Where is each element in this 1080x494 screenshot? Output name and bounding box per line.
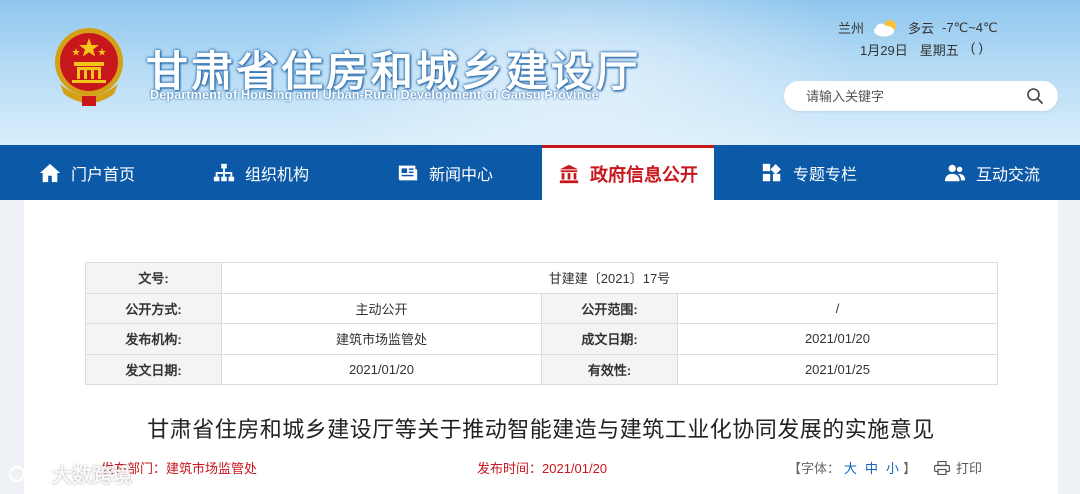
nav-item-news[interactable]: 新闻中心 — [348, 145, 542, 200]
disclosure-method-label: 公开方式: — [85, 292, 222, 324]
nav-label-gov-info: 政府信息公开 — [590, 165, 698, 185]
site-subtitle: Department of Housing and Urban-Rural De… — [150, 88, 599, 102]
created-date-value: 2021/01/20 — [677, 323, 998, 355]
date-line: 1月29日 星期五 ( ) — [860, 40, 983, 59]
nav-label-news: 新闻中心 — [428, 166, 493, 184]
font-large-button[interactable]: 大 — [844, 461, 857, 476]
document-title: 甘肃省住房和城乡建设厅等关于推动智能建造与建筑工业化协同发展的实施意见 — [147, 417, 935, 442]
nav-label-organization: 组织机构 — [244, 166, 309, 184]
disclosure-scope-value: / — [677, 292, 998, 324]
main-nav: 门户首页 组织机构 新闻中心 政府信息公开 专题专栏 互动交流 — [0, 145, 1080, 200]
doc-no-value: 甘建建〔2021〕17号 — [221, 262, 998, 294]
grid-icon — [762, 163, 781, 181]
home-icon — [39, 163, 61, 182]
date-weekday: 星期五 — [919, 43, 959, 58]
watermark-logo-icon — [8, 465, 46, 482]
created-date-label: 成文日期: — [541, 323, 678, 355]
effective-value: 2021/01/25 — [677, 353, 998, 385]
font-size-control: 【字体：大中小】 — [788, 458, 916, 477]
printer-icon — [934, 460, 950, 475]
watermark: 大数跨境 — [8, 459, 132, 488]
search-icon[interactable] — [1026, 87, 1044, 105]
government-building-icon — [559, 164, 579, 184]
publish-time: 发布时间：2021/01/20 — [477, 461, 608, 476]
effective-label: 有效性: — [541, 353, 678, 385]
font-size-prefix: 【字体： — [788, 461, 841, 476]
font-size-suffix: 】 — [903, 461, 917, 476]
nav-label-home: 门户首页 — [70, 166, 135, 184]
font-small-button[interactable]: 小 — [886, 461, 899, 476]
national-emblem-icon — [55, 28, 123, 106]
nav-label-interaction: 互动交流 — [975, 166, 1040, 184]
document-meta-table: 文号: 甘建建〔2021〕17号 公开方式: 主动公开 公开范围: / 发布机构… — [85, 262, 998, 385]
weather-temperature: -7℃~4℃ — [942, 19, 998, 35]
org-chart-icon — [213, 163, 235, 181]
table-row: 发布机构: 建筑市场监管处 成文日期: 2021/01/20 — [85, 323, 998, 355]
weather-widget: 兰州 多云 -7℃~4℃ — [838, 18, 998, 37]
date-lunar: ( ) — [970, 40, 983, 55]
site-header: 甘肃省住房和城乡建设厅 Department of Housing and Ur… — [0, 0, 1080, 145]
date-day: 1月29日 — [860, 43, 908, 58]
print-label: 打印 — [956, 461, 983, 476]
disclosure-method-value: 主动公开 — [221, 292, 542, 324]
font-medium-button[interactable]: 中 — [865, 461, 878, 476]
table-row: 文号: 甘建建〔2021〕17号 — [85, 262, 998, 294]
nav-item-interaction[interactable]: 互动交流 — [904, 145, 1080, 200]
document-info-bar: 发布部门：建筑市场监管处 发布时间：2021/01/20 【字体：大中小】 打印 — [24, 458, 1058, 478]
issuer-value: 建筑市场监管处 — [221, 323, 542, 355]
issuer-label: 发布机构: — [85, 323, 222, 355]
weather-condition: 多云 — [908, 21, 935, 36]
search-box — [784, 81, 1058, 111]
weather-city: 兰州 — [838, 21, 865, 36]
users-icon — [944, 164, 966, 181]
cloudy-icon — [874, 19, 897, 36]
disclosure-scope-label: 公开范围: — [541, 292, 678, 324]
search-input[interactable] — [806, 88, 1016, 104]
doc-no-label: 文号: — [85, 262, 222, 294]
table-row: 发文日期: 2021/01/20 有效性: 2021/01/25 — [85, 353, 998, 385]
article-panel: 文号: 甘建建〔2021〕17号 公开方式: 主动公开 公开范围: / 发布机构… — [24, 200, 1058, 494]
watermark-text: 大数跨境 — [52, 465, 132, 487]
news-icon — [398, 165, 418, 180]
table-row: 公开方式: 主动公开 公开范围: / — [85, 292, 998, 324]
nav-label-topics: 专题专栏 — [792, 166, 857, 184]
issue-date-label: 发文日期: — [85, 353, 222, 385]
nav-item-topics[interactable]: 专题专栏 — [714, 145, 904, 200]
nav-item-home[interactable]: 门户首页 — [0, 145, 174, 200]
nav-item-gov-info[interactable]: 政府信息公开 — [542, 145, 714, 200]
print-button[interactable]: 打印 — [934, 458, 982, 477]
nav-item-organization[interactable]: 组织机构 — [174, 145, 348, 200]
issue-date-value: 2021/01/20 — [221, 353, 542, 385]
